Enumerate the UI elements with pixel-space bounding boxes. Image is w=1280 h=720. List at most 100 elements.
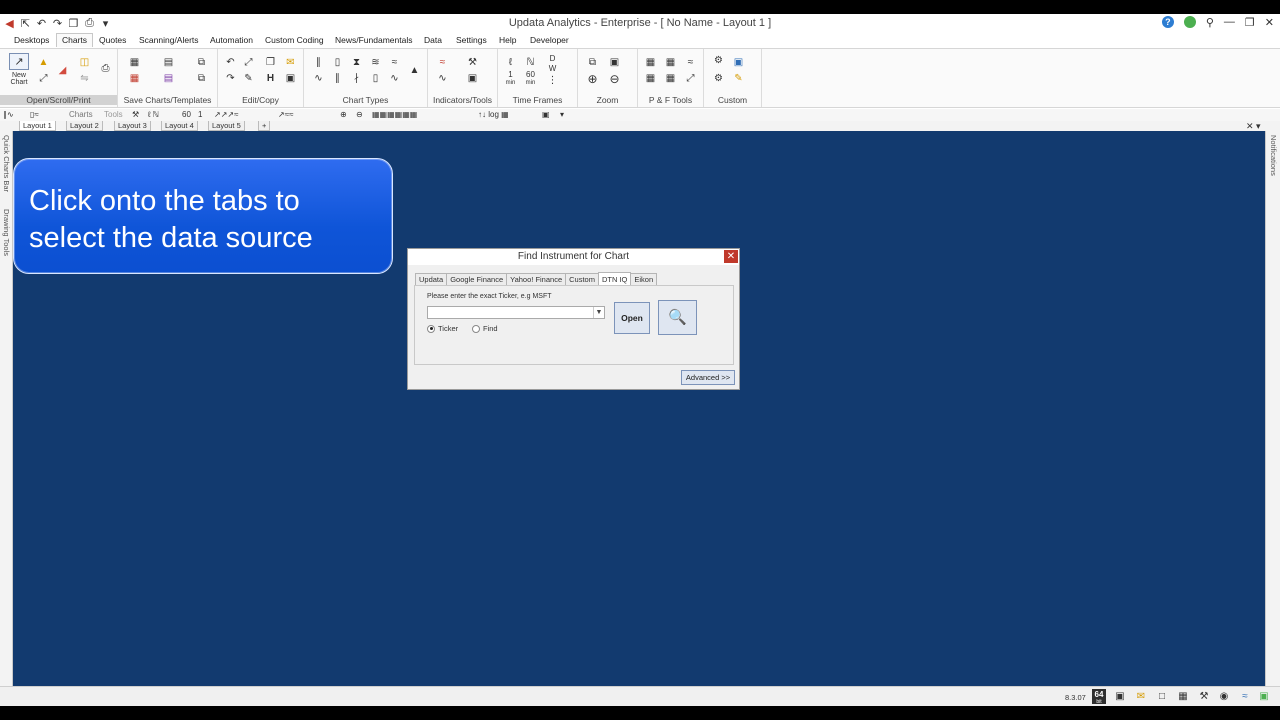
tab-layout-1[interactable]: Layout 1 <box>19 121 56 131</box>
open-folder-icon[interactable]: ▲ <box>37 57 50 69</box>
pf-line-icon[interactable]: ≈ <box>684 57 697 69</box>
minimize-button[interactable]: — <box>1224 16 1235 29</box>
tab-help[interactable]: Help <box>499 34 516 48</box>
notifications-tab[interactable]: Notifications <box>1269 135 1278 176</box>
candle-chart-type-icon[interactable]: ▯ <box>331 57 344 69</box>
tab-desktops[interactable]: Desktops <box>14 34 49 48</box>
close-button[interactable]: ✕ <box>1265 16 1274 29</box>
pf-reversal-icon[interactable]: ▦ <box>664 57 677 69</box>
toolbar-camera-icon[interactable]: ▣ <box>542 109 550 121</box>
custom-gear-icon[interactable]: ⚙ <box>712 73 725 85</box>
pf-box-icon[interactable]: ▦ <box>644 57 657 69</box>
toolbar-misc-icons[interactable]: ↑↓ log ▦ <box>478 109 509 121</box>
zoom-fit-icon[interactable]: ⧉ <box>586 57 599 69</box>
tab-scanning-alerts[interactable]: Scanning/Alerts <box>139 34 199 48</box>
tab-charts[interactable]: Charts <box>56 33 94 47</box>
undo-edit-icon[interactable]: ↶ <box>224 57 237 69</box>
tab-quotes[interactable]: Quotes <box>99 34 126 48</box>
template-icon[interactable]: ▤ <box>162 73 175 85</box>
network-icon[interactable]: ▦ <box>1177 691 1189 703</box>
advanced-button[interactable]: Advanced >> <box>681 370 735 385</box>
maximize-button[interactable]: ❐ <box>1245 16 1255 29</box>
radio-ticker[interactable]: Ticker <box>427 324 458 333</box>
toolbar-pf-icons[interactable]: ▦▦▦▦▦▦ <box>372 109 417 121</box>
eraser-icon[interactable]: ◢ <box>56 65 69 77</box>
frame-icon[interactable]: ▣ <box>466 73 479 85</box>
email-icon[interactable]: ✉ <box>284 57 297 69</box>
scroll-icon[interactable]: ⤢ <box>37 73 50 85</box>
ticker-combobox[interactable]: ▼ <box>427 306 605 319</box>
hlc-chart-type-icon[interactable]: ∤ <box>350 73 363 85</box>
tab-dtn-iq[interactable]: DTN IQ <box>597 272 632 285</box>
point-figure-chart-type-icon[interactable]: ∿ <box>388 73 401 85</box>
tab-layout-5[interactable]: Layout 5 <box>208 121 245 131</box>
time-frame-dropdown-icon[interactable]: ⋮ <box>546 75 559 87</box>
chevron-down-icon[interactable]: ▼ <box>593 307 604 318</box>
tab-news-fundamentals[interactable]: News/Fundamentals <box>335 34 412 48</box>
paste-icon[interactable]: ▣ <box>284 73 297 85</box>
tab-settings[interactable]: Settings <box>456 34 487 48</box>
tools-icon[interactable]: ⚒ <box>466 57 479 69</box>
eye-icon[interactable]: ◉ <box>1218 691 1230 703</box>
save-template-icon[interactable]: ▦ <box>128 73 141 85</box>
toolbar-bar-icon[interactable]: ∥∿ <box>3 109 14 121</box>
link-icon[interactable]: ⇋ <box>78 73 91 85</box>
tab-custom[interactable]: Custom <box>565 273 599 285</box>
toolbar-line-icons[interactable]: ↗≈≈ <box>278 109 293 121</box>
tab-yahoo-finance[interactable]: Yahoo! Finance <box>506 273 567 285</box>
toolbar-tools-icon[interactable]: ⚒ <box>132 109 139 121</box>
search-instrument-button[interactable]: 🔍 <box>658 300 697 335</box>
move-icon[interactable]: ⤢ <box>242 57 255 69</box>
status-icon[interactable] <box>1183 16 1196 28</box>
open-button[interactable]: Open <box>614 302 650 334</box>
mail-icon[interactable]: ✉ <box>1135 691 1147 703</box>
time-frame-w[interactable]: W <box>546 63 559 75</box>
brush-icon[interactable]: ✎ <box>242 73 255 85</box>
candle-volume-chart-type-icon[interactable]: ▯ <box>369 73 382 85</box>
pin-icon[interactable]: ⚲ <box>1206 16 1214 29</box>
renko-chart-type-icon[interactable]: ⧗ <box>350 57 363 69</box>
dialog-close-button[interactable]: ✕ <box>724 250 738 263</box>
save-chart-icon[interactable]: ▦ <box>128 57 141 69</box>
line-chart-type-icon[interactable]: ∿ <box>312 73 325 85</box>
toolbar-candle-icon[interactable]: ▯≈ <box>30 109 39 121</box>
kagi-chart-type-icon[interactable]: ≋ <box>369 57 382 69</box>
custom-tool-icon[interactable]: ⚙ <box>712 55 725 67</box>
pf-count-icon[interactable]: ▦ <box>644 73 657 85</box>
custom-pen-icon[interactable]: ✎ <box>732 73 745 85</box>
tab-layout-4[interactable]: Layout 4 <box>161 121 198 131</box>
copy-chart-icon[interactable]: ❐ <box>264 57 277 69</box>
tab-google-finance[interactable]: Google Finance <box>446 273 508 285</box>
line-break-chart-type-icon[interactable]: ≈ <box>388 57 401 69</box>
daily-icon[interactable]: ℓ <box>504 57 517 69</box>
print-chart-icon[interactable]: ⎙ <box>99 63 112 75</box>
tab-automation[interactable]: Automation <box>210 34 253 48</box>
window-icon[interactable]: □ <box>1156 691 1168 703</box>
close-layout-icon[interactable]: ✕ ▾ <box>1246 121 1261 131</box>
bar-chart-type-icon[interactable]: ∥ <box>312 57 325 69</box>
pf-target-icon[interactable]: ▦ <box>664 73 677 85</box>
zoom-out-icon[interactable]: ⊖ <box>608 73 621 85</box>
import-icon[interactable]: ⧉ <box>195 73 208 85</box>
tab-layout-3[interactable]: Layout 3 <box>114 121 151 131</box>
save-layout-icon[interactable]: ◫ <box>78 57 91 69</box>
overlay-icon[interactable]: ∿ <box>436 73 449 85</box>
weekly-icon[interactable]: ℕ <box>524 57 537 69</box>
toolbar-zoom-out-icon[interactable]: ⊖ <box>356 109 363 121</box>
toolbar-tf-1[interactable]: 1 <box>198 109 202 121</box>
toolbar-charts-label[interactable]: Charts <box>69 109 93 121</box>
tab-developer[interactable]: Developer <box>530 34 569 48</box>
zoom-in-icon[interactable]: ⊕ <box>586 73 599 85</box>
drawing-tools-tab[interactable]: Drawing Tools <box>2 209 11 256</box>
tab-eikon[interactable]: Eikon <box>630 273 658 285</box>
toolbar-daily-icon[interactable]: ℓ ℕ <box>148 109 159 121</box>
tab-layout-2[interactable]: Layout 2 <box>66 121 103 131</box>
toolbar-zoom-in-icon[interactable]: ⊕ <box>340 109 347 121</box>
toolbar-tf-60[interactable]: 60 <box>182 109 191 121</box>
toolbar-tools-label[interactable]: Tools <box>104 109 123 121</box>
save-as-icon[interactable]: ▤ <box>162 57 175 69</box>
toolbar-drawing-icons[interactable]: ↗↗↗≈ <box>214 109 239 121</box>
custom-chart-icon[interactable]: ▣ <box>732 57 745 69</box>
tab-custom-coding[interactable]: Custom Coding <box>265 34 324 48</box>
help-icon[interactable]: ? <box>1161 16 1174 28</box>
